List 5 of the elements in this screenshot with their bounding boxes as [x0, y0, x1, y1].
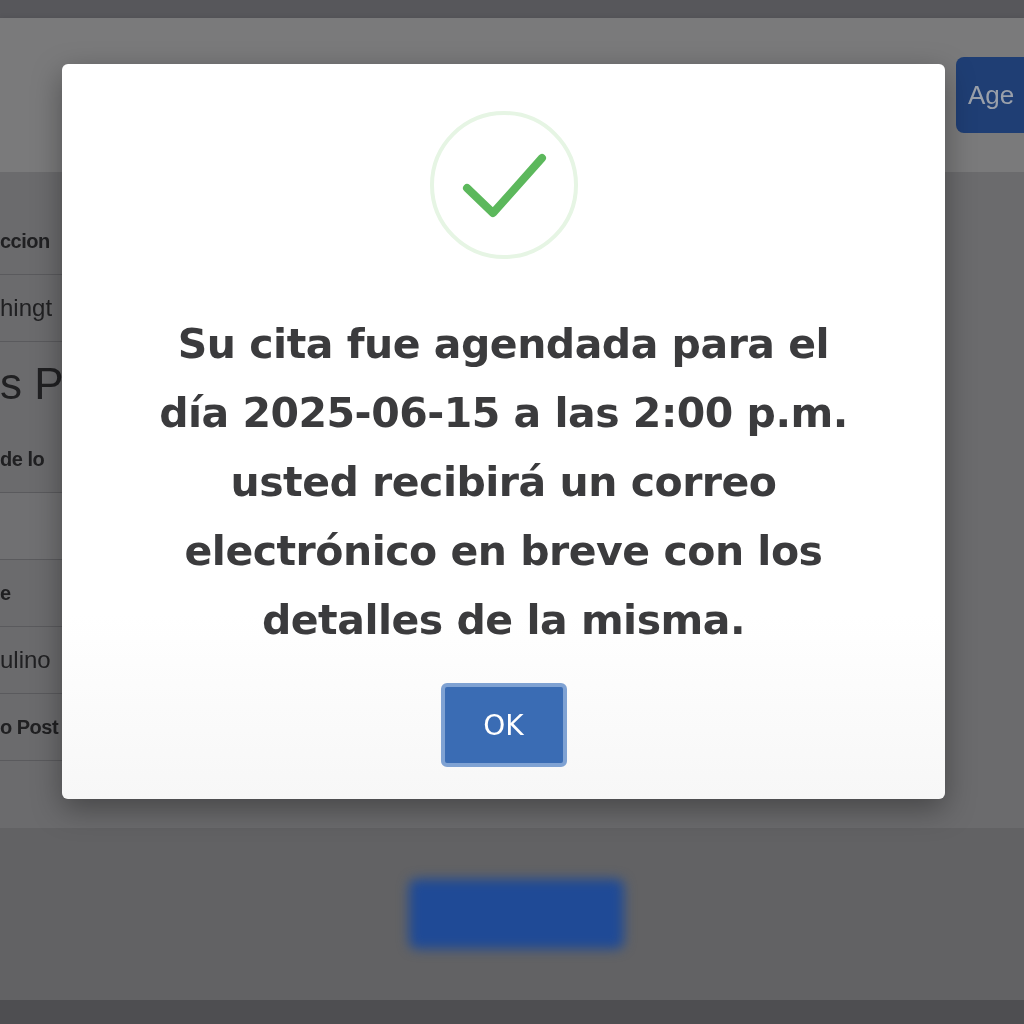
ok-button[interactable]: OK	[440, 683, 567, 767]
schedule-button[interactable]: Age	[956, 57, 1024, 133]
check-icon	[428, 110, 579, 260]
confirmation-message: Su cita fue agendada para el día 2025-06-15 a las 2:00 p.m. usted recibirá un correo electrónico en breve con los detalles de la misma.	[159, 319, 848, 646]
section-heading: s P	[0, 358, 62, 410]
